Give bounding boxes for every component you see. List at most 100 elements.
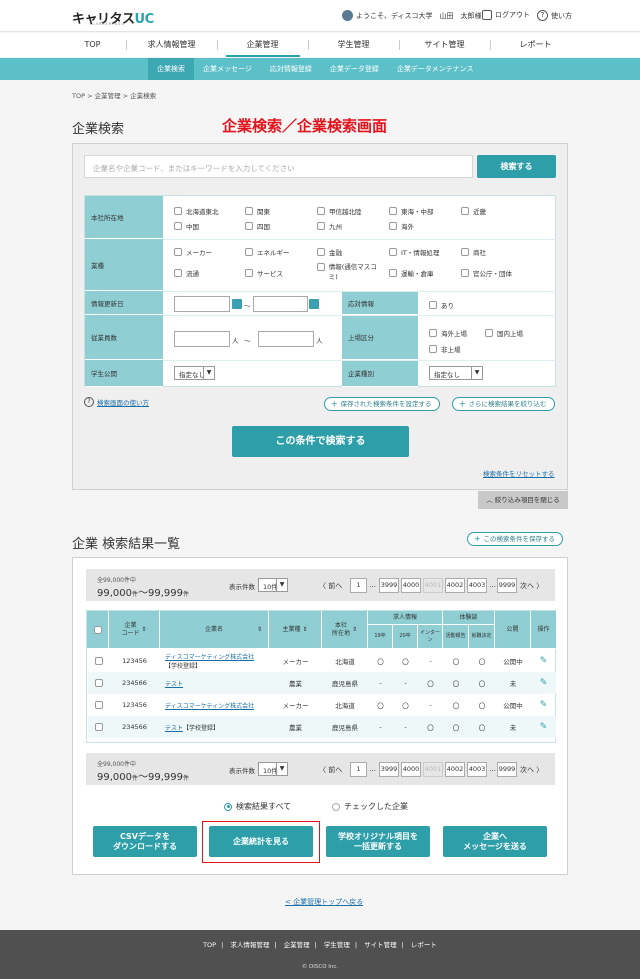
- checkbox-region-kinki[interactable]: 近畿: [461, 206, 486, 216]
- csv-download-button[interactable]: CSVデータを ダウンロードする: [93, 826, 197, 857]
- radio-unselected[interactable]: [332, 802, 340, 811]
- footer-link-site[interactable]: サイト管理: [359, 941, 402, 949]
- checkbox[interactable]: [389, 222, 397, 230]
- company-name-link[interactable]: テスト: [165, 679, 183, 688]
- collapse-filters-button[interactable]: ︿ 絞り込み項目を閉じる: [478, 491, 568, 509]
- checkbox-industry-distribution[interactable]: 流通: [174, 268, 199, 278]
- help-link[interactable]: ? 使い方: [537, 10, 572, 21]
- footer-link-report[interactable]: レポート: [406, 941, 442, 949]
- page-4000[interactable]: 4000: [401, 578, 421, 593]
- subnav-company-data-maintenance[interactable]: 企業データメンテナンス: [388, 58, 483, 80]
- row-checkbox[interactable]: [94, 679, 103, 687]
- page-4003[interactable]: 4003: [467, 578, 487, 593]
- refine-results-button[interactable]: ＋さらに検索結果を絞り込む: [452, 397, 555, 411]
- checkbox-region-hokkaido[interactable]: 北海道東北: [174, 206, 219, 216]
- edit-pencil-icon[interactable]: ✎: [531, 672, 556, 694]
- nav-site[interactable]: サイト管理: [400, 33, 490, 57]
- calendar-icon[interactable]: [309, 299, 319, 309]
- page-4002[interactable]: 4002: [445, 578, 465, 593]
- radio-all-results[interactable]: 検索結果すべて: [224, 801, 291, 812]
- checkbox[interactable]: [317, 207, 325, 215]
- checkbox-industry-finance[interactable]: 金融: [317, 247, 342, 257]
- checkbox[interactable]: [174, 222, 182, 230]
- checkbox[interactable]: [245, 248, 253, 256]
- checkbox-region-overseas[interactable]: 海外: [389, 221, 414, 231]
- row-checkbox[interactable]: [94, 723, 103, 731]
- subnav-company-data-register[interactable]: 企業データ登録: [321, 58, 388, 80]
- page-1[interactable]: 1: [350, 578, 367, 593]
- checkbox-listing-domestic[interactable]: 国内上場: [485, 328, 523, 338]
- checkbox[interactable]: [389, 248, 397, 256]
- back-to-company-top-link[interactable]: < 企業管理トップへ戻る: [285, 897, 363, 907]
- checkbox-region-chugoku[interactable]: 中国: [174, 221, 199, 231]
- checkbox[interactable]: [317, 222, 325, 230]
- checkbox[interactable]: [245, 269, 253, 277]
- checkbox-listing-overseas[interactable]: 海外上場: [429, 328, 467, 338]
- checkbox[interactable]: [174, 248, 182, 256]
- page-4003[interactable]: 4003: [467, 762, 487, 777]
- checkbox[interactable]: [174, 269, 182, 277]
- page-4000[interactable]: 4000: [401, 762, 421, 777]
- checkbox-listing-unlisted[interactable]: 非上場: [429, 344, 461, 354]
- checkbox-region-shikoku[interactable]: 四国: [245, 221, 270, 231]
- checkbox-region-tokai[interactable]: 東海・中部: [389, 206, 434, 216]
- search-help-link[interactable]: ? 検索画面の使い方: [84, 397, 149, 407]
- footer-link-top[interactable]: TOP: [198, 941, 221, 949]
- search-input[interactable]: 企業名や企業コード、またはキーワードを入力してください: [84, 155, 473, 178]
- page-4002[interactable]: 4002: [445, 762, 465, 777]
- nav-top[interactable]: TOP: [60, 33, 126, 57]
- checkbox[interactable]: [245, 222, 253, 230]
- checkbox[interactable]: [389, 269, 397, 277]
- checkbox-industry-transport[interactable]: 運輸・倉庫: [389, 268, 434, 278]
- search-button[interactable]: 検索する: [477, 155, 556, 178]
- employees-min-input[interactable]: [174, 331, 230, 347]
- checkbox-region-kanto[interactable]: 関東: [245, 206, 270, 216]
- checkbox[interactable]: [317, 248, 325, 256]
- nav-student[interactable]: 学生管理: [309, 33, 399, 57]
- page-1[interactable]: 1: [350, 762, 367, 777]
- checkbox-industry-trading[interactable]: 商社: [461, 247, 486, 257]
- checkbox-industry-energy[interactable]: エネルギー: [245, 247, 290, 257]
- company-stats-button[interactable]: 企業統計を見る: [209, 826, 313, 857]
- row-checkbox[interactable]: [94, 657, 103, 665]
- page-9999[interactable]: 9999: [497, 762, 517, 777]
- prev-page-link[interactable]: 〈 前へ: [319, 765, 342, 775]
- checkbox-region-koshinetsu[interactable]: 甲信越北陸: [317, 206, 362, 216]
- company-type-select[interactable]: 指定なし ▼: [429, 366, 483, 380]
- checkbox-region-kyushu[interactable]: 九州: [317, 221, 342, 231]
- calendar-icon[interactable]: [232, 299, 242, 309]
- page-3999[interactable]: 3999: [379, 762, 399, 777]
- checkbox[interactable]: [461, 248, 469, 256]
- checkbox[interactable]: [389, 207, 397, 215]
- checkbox-industry-government[interactable]: 官公庁・団体: [461, 268, 512, 278]
- footer-link-company[interactable]: 企業管理: [279, 941, 315, 949]
- prev-page-link[interactable]: 〈 前へ: [319, 581, 342, 591]
- checkbox[interactable]: [429, 301, 437, 309]
- select-all-checkbox[interactable]: [93, 625, 102, 634]
- checkbox[interactable]: [429, 329, 437, 337]
- search-with-conditions-button[interactable]: この条件で検索する: [232, 426, 409, 457]
- checkbox[interactable]: [174, 207, 182, 215]
- checkbox[interactable]: [461, 269, 469, 277]
- page-9999[interactable]: 9999: [497, 578, 517, 593]
- header-industry[interactable]: 主業種 ⇕: [269, 611, 322, 649]
- date-from-input[interactable]: [174, 296, 230, 312]
- checkbox[interactable]: [317, 263, 325, 271]
- public-select[interactable]: 指定なし ▼: [174, 366, 215, 380]
- employees-max-input[interactable]: [258, 331, 314, 347]
- checkbox-industry-media[interactable]: 情報(通信マスコミ): [317, 262, 383, 282]
- radio-selected[interactable]: [224, 802, 232, 811]
- company-name-link[interactable]: テスト: [165, 723, 183, 732]
- checkbox[interactable]: [245, 207, 253, 215]
- edit-pencil-icon[interactable]: ✎: [531, 694, 556, 716]
- company-name-link[interactable]: ディスコマーケティング株式会社: [165, 652, 254, 661]
- checkbox-industry-service[interactable]: サービス: [245, 268, 283, 278]
- checkbox[interactable]: [485, 329, 493, 337]
- checkbox-industry-maker[interactable]: メーカー: [174, 247, 212, 257]
- page-3999[interactable]: 3999: [379, 578, 399, 593]
- bulk-update-button[interactable]: 学校オリジナル項目を 一括更新する: [326, 826, 430, 857]
- edit-pencil-icon[interactable]: ✎: [531, 650, 556, 672]
- per-page-select[interactable]: 10件 ▼: [258, 762, 288, 776]
- subnav-response-register[interactable]: 応対情報登録: [261, 58, 321, 80]
- header-code[interactable]: 企業 コード ⇕: [109, 611, 160, 649]
